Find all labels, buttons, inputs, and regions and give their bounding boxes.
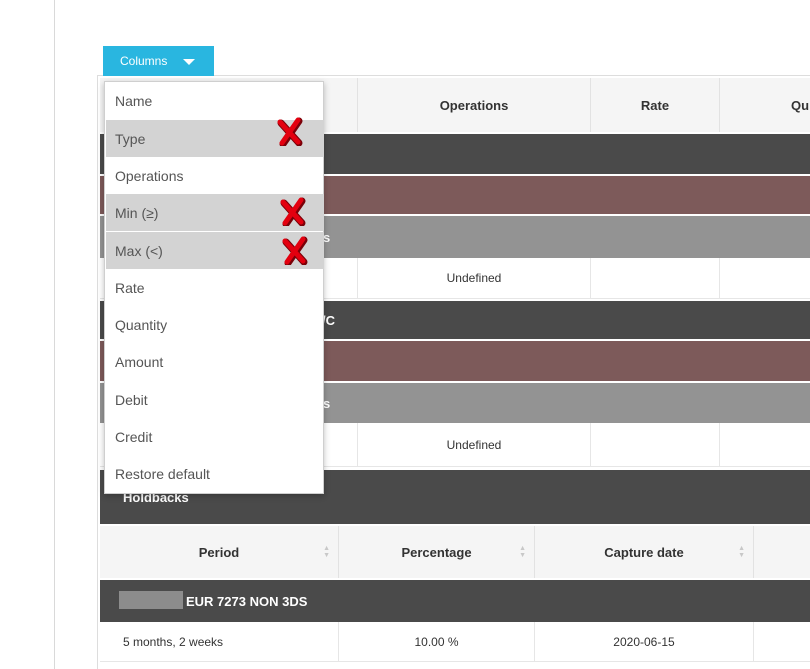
header-operations-label: Operations xyxy=(439,97,509,113)
table-row: 5 months, 2 weeks 10.00 % 2020-06-15 xyxy=(100,622,810,662)
header-capture-date-label: Capture date xyxy=(604,544,684,560)
caret-down-icon xyxy=(183,59,195,65)
cell-rate xyxy=(591,423,720,466)
dropdown-item-label: Max (<) xyxy=(115,242,163,259)
header-capture-date[interactable]: Capture date ▲ ▼ xyxy=(535,526,754,578)
cell-quantity xyxy=(720,423,810,466)
header-operations[interactable]: Operations xyxy=(358,78,591,132)
sort-icon[interactable]: ▲ ▼ xyxy=(323,545,330,559)
dropdown-item-credit[interactable]: Credit xyxy=(106,418,324,455)
dropdown-item-operations[interactable]: Operations xyxy=(106,157,324,194)
header-quantity-label: Qu xyxy=(791,97,810,113)
dropdown-item-label: Amount xyxy=(115,353,164,370)
holdbacks-table-header: Period ▲ ▼ Percentage ▲ ▼ Capture date ▲ ▼ xyxy=(100,526,810,578)
header-period[interactable]: Period ▲ ▼ xyxy=(100,526,339,578)
sort-icon[interactable]: ▲ ▼ xyxy=(738,545,745,559)
red-x-mark-icon xyxy=(280,197,306,226)
cell-period: 5 months, 2 weeks xyxy=(100,622,339,661)
cell-rate xyxy=(591,258,720,298)
dropdown-item-label: Operations xyxy=(115,167,184,184)
cell-extra xyxy=(754,622,810,661)
header-rate-label: Rate xyxy=(640,97,670,113)
cell-capture-date-value: 2020-06-15 xyxy=(613,634,675,649)
cell-period-value: 5 months, 2 weeks xyxy=(123,634,224,649)
cell-operations: Undefined xyxy=(358,423,591,466)
group-label: EUR 7273 NON 3DS xyxy=(186,593,308,609)
red-x-mark-icon xyxy=(277,117,303,146)
columns-button-label: Columns xyxy=(120,54,168,68)
cell-operations-value: Undefined xyxy=(446,271,502,285)
dropdown-item-label: Type xyxy=(115,130,146,147)
red-x-mark-icon xyxy=(282,236,308,265)
holdbacks-group-header: EUR 7273 NON 3DS xyxy=(100,580,810,622)
sort-icon[interactable]: ▲ ▼ xyxy=(519,545,526,559)
dropdown-item-label: Quantity xyxy=(115,316,168,333)
dropdown-item-debit[interactable]: Debit xyxy=(106,381,324,418)
cell-operations-value: Undefined xyxy=(446,437,502,452)
dropdown-item-quantity[interactable]: Quantity xyxy=(106,306,324,343)
header-rate[interactable]: Rate xyxy=(591,78,720,132)
dropdown-item-label: Name xyxy=(115,92,153,109)
cell-quantity xyxy=(720,258,810,298)
header-quantity[interactable]: Qu xyxy=(720,78,810,132)
cell-percentage: 10.00 % xyxy=(339,622,535,661)
cell-percentage-value: 10.00 % xyxy=(414,634,459,649)
header-percentage[interactable]: Percentage ▲ ▼ xyxy=(339,526,535,578)
left-sidebar-rail xyxy=(0,0,55,669)
dropdown-item-label: Min (≥) xyxy=(115,204,159,221)
dropdown-item-label: Rate xyxy=(115,279,145,296)
dropdown-item-label: Restore default xyxy=(115,465,210,482)
dropdown-item-rate[interactable]: Rate xyxy=(106,269,324,306)
category-label: s xyxy=(323,229,331,245)
columns-button[interactable]: Columns xyxy=(103,46,214,76)
dropdown-item-amount[interactable]: Amount xyxy=(106,343,324,380)
dropdown-item-label: Credit xyxy=(115,428,153,445)
header-period-label: Period xyxy=(198,544,240,560)
redacted-label xyxy=(119,591,183,609)
cell-capture-date: 2020-06-15 xyxy=(535,622,754,661)
dropdown-item-name[interactable]: Name xyxy=(106,82,324,119)
cell-operations: Undefined xyxy=(358,258,591,298)
category-label: s xyxy=(323,395,331,411)
header-percentage-label: Percentage xyxy=(401,544,472,560)
dropdown-item-label: Debit xyxy=(115,391,148,408)
header-extra xyxy=(754,526,810,578)
dropdown-item-restore-default[interactable]: Restore default xyxy=(106,455,324,492)
